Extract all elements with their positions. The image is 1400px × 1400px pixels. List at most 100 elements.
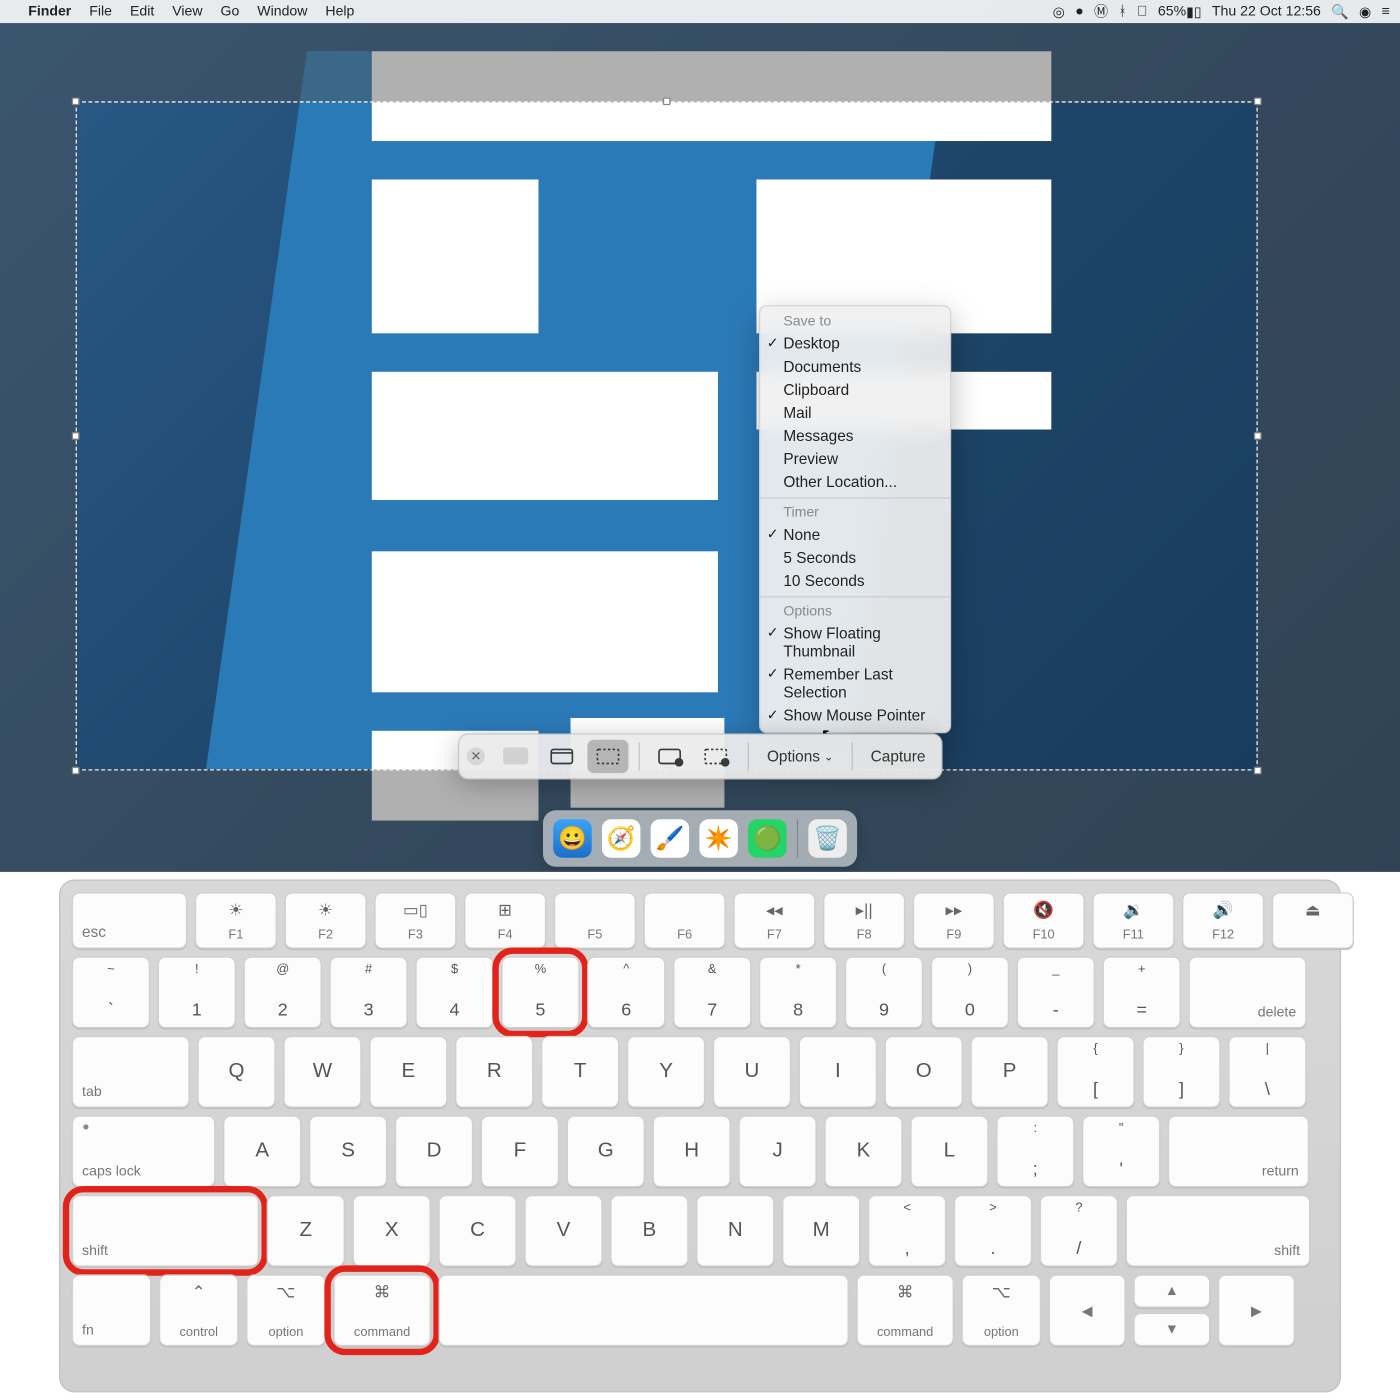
- record-selection-button[interactable]: [696, 740, 737, 773]
- key: ▶: [1218, 1274, 1295, 1346]
- key: H: [653, 1115, 731, 1187]
- key: F: [481, 1115, 559, 1187]
- menu-item[interactable]: Clipboard: [760, 378, 950, 401]
- key: Z: [267, 1195, 345, 1267]
- key: +=: [1103, 956, 1181, 1028]
- key: Q: [197, 1036, 275, 1108]
- menu-item[interactable]: Other Location...: [760, 471, 950, 494]
- menu-go[interactable]: Go: [221, 4, 240, 19]
- menu-item[interactable]: Messages: [760, 424, 950, 447]
- key: R: [455, 1036, 533, 1108]
- key: esc: [72, 892, 187, 948]
- key: ▸▸F9: [913, 892, 995, 948]
- key: ⏏: [1272, 892, 1354, 948]
- key: ◀: [1049, 1274, 1126, 1346]
- menu-edit[interactable]: Edit: [130, 4, 154, 19]
- menu-item[interactable]: Show Mouse Pointer: [760, 704, 950, 727]
- wifi-icon[interactable]: 󾓦: [1137, 4, 1148, 19]
- key: (9: [845, 956, 923, 1028]
- menu-file[interactable]: File: [89, 4, 112, 19]
- menu-item[interactable]: Desktop: [760, 332, 950, 355]
- menu-item[interactable]: Remember Last Selection: [760, 663, 950, 704]
- key: tab: [72, 1036, 190, 1108]
- key: ⌥option: [962, 1274, 1041, 1346]
- key: C: [438, 1195, 516, 1267]
- key: D: [395, 1115, 473, 1187]
- notification-icon[interactable]: ≡: [1382, 4, 1390, 19]
- highlighted-key: %5: [501, 956, 579, 1028]
- status-icon[interactable]: Ⓜ: [1094, 1, 1108, 22]
- key: }]: [1142, 1036, 1220, 1108]
- key: fn: [72, 1274, 151, 1346]
- slack-icon[interactable]: ✴️: [699, 819, 737, 857]
- menu-window[interactable]: Window: [257, 4, 307, 19]
- key: return: [1168, 1115, 1309, 1187]
- key: N: [696, 1195, 774, 1267]
- key: &7: [673, 956, 751, 1028]
- battery-status[interactable]: 65% ▮▯: [1158, 3, 1202, 20]
- key: Y: [627, 1036, 705, 1108]
- key: _-: [1017, 956, 1095, 1028]
- key: V: [524, 1195, 602, 1267]
- app-icon[interactable]: 🖌️: [651, 819, 689, 857]
- key: 🔇F10: [1003, 892, 1085, 948]
- menu-item[interactable]: Preview: [760, 447, 950, 470]
- key: ▲: [1133, 1274, 1210, 1307]
- key: @2: [244, 956, 322, 1028]
- key: ⌥option: [246, 1274, 325, 1346]
- capture-entire-screen-button[interactable]: [495, 740, 536, 773]
- options-button[interactable]: Options⌄: [759, 747, 841, 765]
- key: 🔉F11: [1092, 892, 1174, 948]
- finder-icon[interactable]: 😀: [553, 819, 591, 857]
- menu-item[interactable]: Documents: [760, 355, 950, 378]
- key: ◂◂F7: [733, 892, 815, 948]
- key: ▭▯F3: [374, 892, 456, 948]
- control-center-icon[interactable]: ◉: [1359, 3, 1371, 20]
- menu-item[interactable]: Show Floating Thumbnail: [760, 622, 950, 663]
- menu-help[interactable]: Help: [325, 4, 354, 19]
- keyboard-photo: esc☀︎F1☀F2▭▯F3⊞F4F5F6◂◂F7▸||F8▸▸F9🔇F10🔉F…: [0, 872, 1400, 1400]
- close-button[interactable]: ✕: [467, 747, 485, 765]
- menu-section-header: Save to: [760, 312, 950, 333]
- status-icon[interactable]: ●: [1075, 4, 1084, 19]
- safari-icon[interactable]: 🧭: [602, 819, 640, 857]
- key: #3: [329, 956, 407, 1028]
- menu-item[interactable]: 10 Seconds: [760, 569, 950, 592]
- menu-item[interactable]: Mail: [760, 401, 950, 424]
- key: *8: [759, 956, 837, 1028]
- menu-item[interactable]: 5 Seconds: [760, 546, 950, 569]
- trash-icon[interactable]: 🗑️: [808, 819, 846, 857]
- record-screen-button[interactable]: [650, 740, 691, 773]
- bluetooth-icon[interactable]: ᚼ: [1118, 4, 1126, 19]
- key: ^6: [587, 956, 665, 1028]
- key: !1: [158, 956, 236, 1028]
- whatsapp-icon[interactable]: 🟢: [748, 819, 786, 857]
- key: "': [1082, 1115, 1160, 1187]
- status-icon[interactable]: ◎: [1053, 3, 1065, 20]
- capture-button[interactable]: Capture: [863, 747, 933, 765]
- status-area: ◎ ● Ⓜ ᚼ 󾓦 65% ▮▯ Thu 22 Oct 12:56 🔍 ◉ ≡: [1053, 1, 1390, 22]
- key: [438, 1274, 848, 1346]
- key: M: [782, 1195, 860, 1267]
- highlighted-key: shift: [72, 1195, 259, 1267]
- capture-selection-button[interactable]: [587, 740, 628, 773]
- capture-window-button[interactable]: [541, 740, 582, 773]
- key: S: [309, 1115, 387, 1187]
- key: U: [713, 1036, 791, 1108]
- screenshot-selection[interactable]: [77, 103, 1257, 770]
- key: ?/: [1040, 1195, 1118, 1267]
- key: ~`: [72, 956, 150, 1028]
- key: O: [885, 1036, 963, 1108]
- app-name[interactable]: Finder: [28, 4, 71, 19]
- key: delete: [1189, 956, 1307, 1028]
- highlighted-key: ⌘command: [333, 1274, 430, 1346]
- menu-item[interactable]: None: [760, 523, 950, 546]
- menu-view[interactable]: View: [172, 4, 202, 19]
- key: ▸||F8: [823, 892, 905, 948]
- spotlight-icon[interactable]: 🔍: [1331, 3, 1349, 20]
- screenshot-toolbar: ✕ Options⌄ Capture: [458, 733, 942, 779]
- clock[interactable]: Thu 22 Oct 12:56: [1212, 4, 1321, 19]
- key: ⊞F4: [464, 892, 546, 948]
- menu-section-header: Timer: [760, 503, 950, 524]
- key: F5: [554, 892, 636, 948]
